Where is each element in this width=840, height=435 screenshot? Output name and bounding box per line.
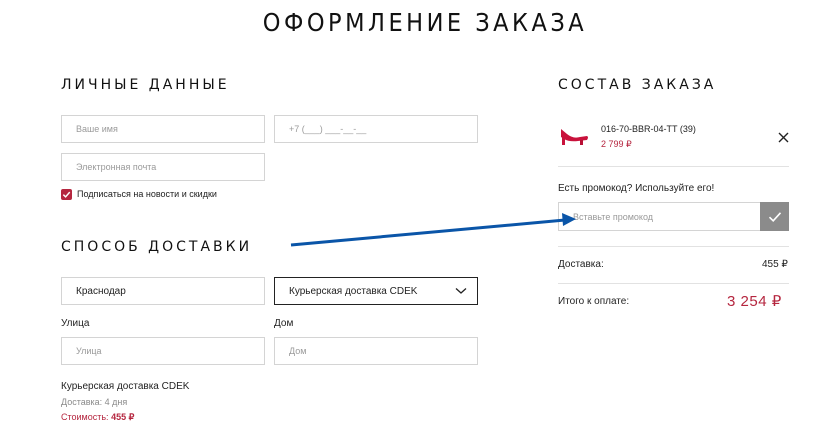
annotation-arrow bbox=[290, 213, 576, 247]
